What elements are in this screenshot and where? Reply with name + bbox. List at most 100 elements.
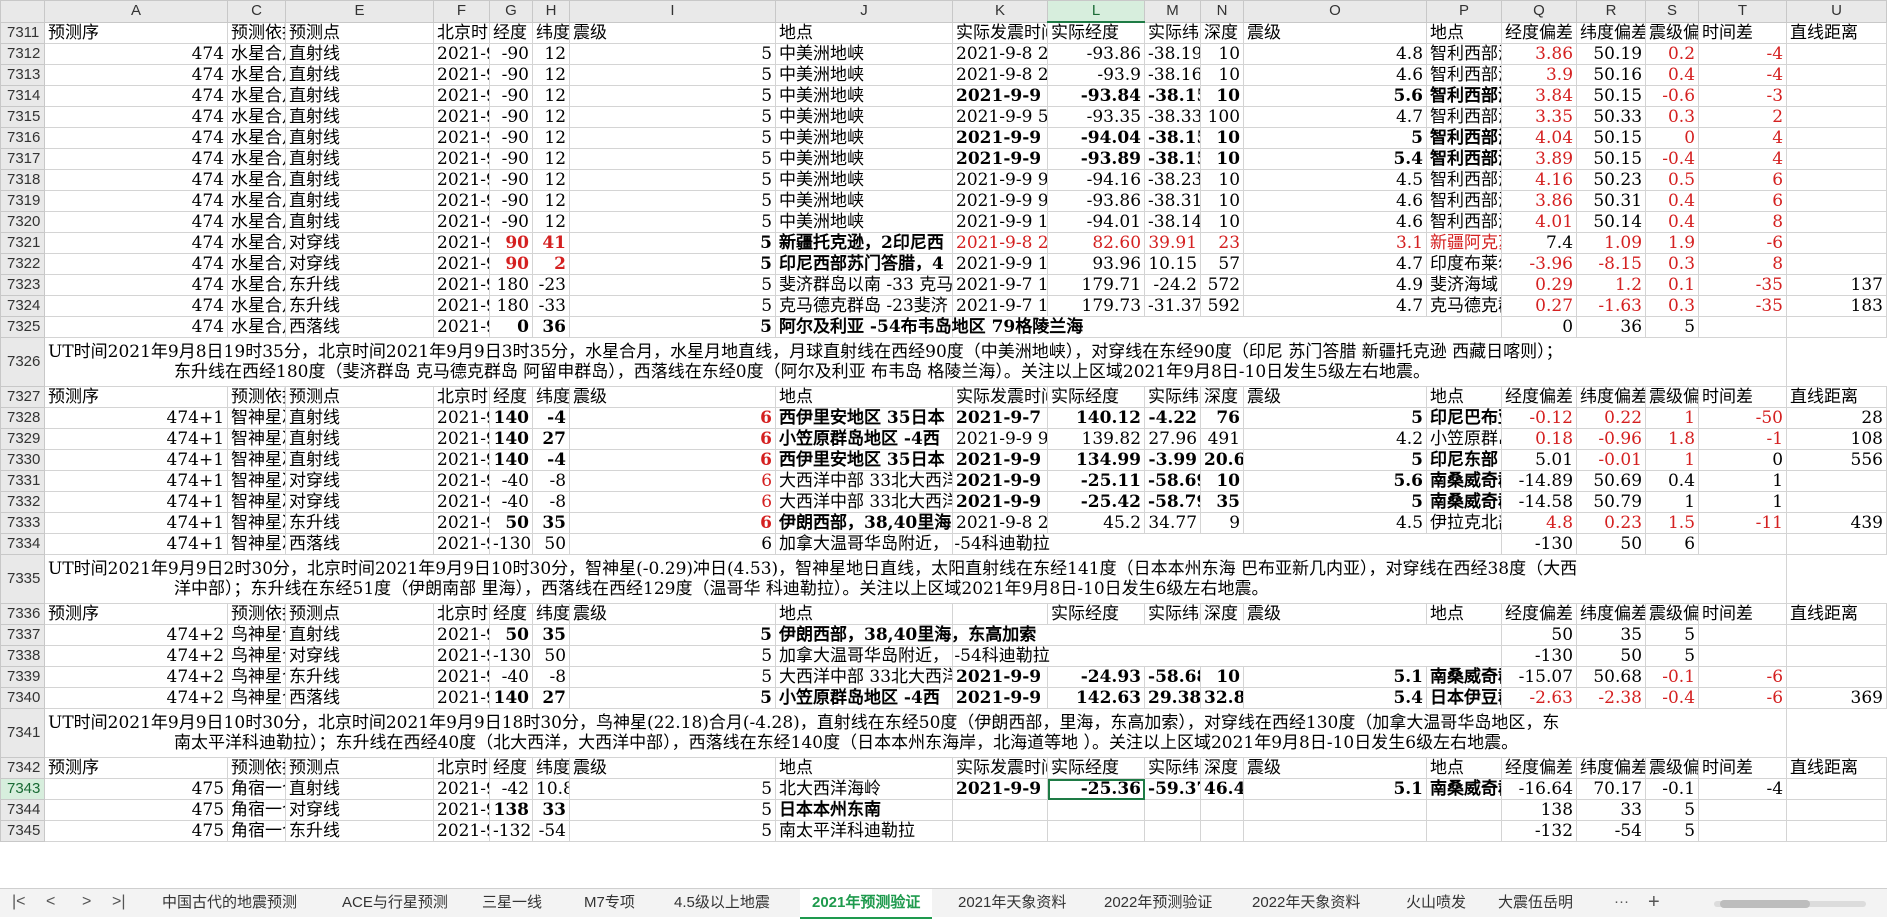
cell-E[interactable]: 预测点: [285, 757, 435, 779]
cell-G[interactable]: 0: [489, 316, 534, 338]
cell-U[interactable]: [1786, 820, 1887, 842]
cell-E[interactable]: 直射线: [285, 624, 435, 646]
cell-K[interactable]: 2021-9-9 11:47: [952, 470, 1049, 492]
cell-S[interactable]: 0.3: [1645, 295, 1700, 317]
cell-C[interactable]: 角宿一合月: [227, 778, 287, 800]
cell-R[interactable]: 纬度偏差: [1576, 603, 1647, 625]
cell-F[interactable]: 2021-9-9 18:30: [433, 687, 491, 709]
cell-M[interactable]: -38.15: [1144, 127, 1202, 149]
cell-S[interactable]: 0.3: [1645, 106, 1700, 128]
cell-U[interactable]: 183: [1786, 295, 1887, 317]
cell-A[interactable]: 474+2: [43, 687, 229, 709]
cell-N[interactable]: 10: [1200, 169, 1245, 191]
cell-E[interactable]: 预测点: [285, 21, 435, 44]
cell-S[interactable]: 1: [1645, 407, 1700, 429]
cell-F[interactable]: 2021-9-9 3:35: [433, 295, 491, 317]
cell-K[interactable]: 2021-9-9 10:16: [952, 449, 1049, 471]
row-header[interactable]: 7334: [0, 533, 45, 555]
cell-G[interactable]: 140: [489, 407, 534, 429]
row-header[interactable]: 7339: [0, 666, 45, 688]
cell-T[interactable]: -4: [1698, 778, 1788, 800]
cell-H[interactable]: 33: [532, 799, 571, 821]
scrollbar-thumb[interactable]: [1720, 900, 1810, 908]
row-header[interactable]: 7311: [0, 21, 45, 44]
cell-S[interactable]: 5: [1645, 316, 1700, 338]
cell-R[interactable]: 50.31: [1576, 190, 1647, 212]
cell-C[interactable]: 鸟神星合月: [227, 666, 287, 688]
cell-P[interactable]: 南桑威奇群岛地区: [1426, 491, 1503, 513]
cell-I[interactable]: 6: [569, 512, 777, 534]
cell-F[interactable]: 2021-9-9 3:35: [433, 274, 491, 296]
cell-K[interactable]: [952, 820, 1049, 842]
cell-I[interactable]: 5: [569, 624, 777, 646]
cell-M[interactable]: -24.2: [1144, 274, 1202, 296]
cell-J[interactable]: 新疆托克逊，2印尼西: [775, 232, 954, 254]
cell-Q[interactable]: 0.27: [1501, 295, 1578, 317]
cell-G[interactable]: -90: [489, 127, 534, 149]
cell-H[interactable]: 12: [532, 169, 571, 191]
row-header[interactable]: 7318: [0, 169, 45, 191]
cell-R[interactable]: 50.68: [1576, 666, 1647, 688]
cell-S[interactable]: 1.8: [1645, 428, 1700, 450]
cell-H[interactable]: 12: [532, 211, 571, 233]
cell-R[interactable]: -0.01: [1576, 449, 1647, 471]
cell-K[interactable]: 2021-9-7 16:47: [952, 295, 1049, 317]
column-header-U[interactable]: U: [1786, 0, 1887, 23]
cell-U[interactable]: [1786, 666, 1887, 688]
cell-R[interactable]: 33: [1576, 799, 1647, 821]
cell-Q[interactable]: 经度偏差: [1501, 386, 1578, 408]
cell-A[interactable]: 474+1: [43, 533, 229, 555]
cell-G[interactable]: -90: [489, 85, 534, 107]
cell-F[interactable]: 2021-9-9 18:30: [433, 645, 491, 667]
cell-T[interactable]: -50: [1698, 407, 1788, 429]
column-header-J[interactable]: J: [775, 0, 954, 23]
cell-F[interactable]: 2021-9-9 3:35: [433, 190, 491, 212]
cell-T[interactable]: [1698, 799, 1788, 821]
cell-S[interactable]: 震级偏差: [1645, 21, 1700, 44]
cell-Q[interactable]: -130: [1501, 645, 1578, 667]
cell-U[interactable]: [1786, 106, 1887, 128]
cell-G[interactable]: 90: [489, 232, 534, 254]
cell-K[interactable]: 2021-9-8 23:33: [952, 43, 1049, 65]
cell-C[interactable]: 水星合月: [227, 253, 287, 275]
cell-G[interactable]: -40: [489, 470, 534, 492]
cell-M[interactable]: -38.23: [1144, 169, 1202, 191]
cell-H[interactable]: 36: [532, 316, 571, 338]
row-header[interactable]: 7321: [0, 232, 45, 254]
column-header-S[interactable]: S: [1645, 0, 1700, 23]
cell-I[interactable]: 6: [569, 449, 777, 471]
row-header[interactable]: 7319: [0, 190, 45, 212]
cell-J[interactable]: 中美洲地峡: [775, 43, 954, 65]
cell-Q[interactable]: 0: [1501, 316, 1578, 338]
cell-S[interactable]: 0.4: [1645, 190, 1700, 212]
cell-P[interactable]: 智利西部海岭: [1426, 43, 1503, 65]
column-header-Q[interactable]: Q: [1501, 0, 1578, 23]
cell-E[interactable]: 对穿线: [285, 645, 435, 667]
cell-P[interactable]: 地点: [1426, 603, 1503, 625]
cell-K[interactable]: 2021-9-9 11:54: [952, 491, 1049, 513]
cell-R[interactable]: 50.15: [1576, 127, 1647, 149]
cell-C[interactable]: 鸟神星合月: [227, 645, 287, 667]
cell-R[interactable]: 纬度偏差: [1576, 21, 1647, 44]
cell-M[interactable]: -38.15: [1144, 85, 1202, 107]
cell-S[interactable]: 5: [1645, 799, 1700, 821]
cell-C[interactable]: 水星合月: [227, 295, 287, 317]
cell-N[interactable]: 20.6: [1200, 449, 1245, 471]
cell-K[interactable]: 2021-9-9 20:59: [952, 778, 1049, 800]
cell-M[interactable]: -38.33: [1144, 106, 1202, 128]
cell-P[interactable]: 印尼巴布亚: [1426, 407, 1503, 429]
cell-T[interactable]: -3: [1698, 85, 1788, 107]
cell-S[interactable]: 0.4: [1645, 211, 1700, 233]
cell-L[interactable]: -93.86: [1047, 43, 1146, 65]
cell-E[interactable]: 直射线: [285, 127, 435, 149]
cell-J[interactable]: 北大西洋海岭: [775, 778, 954, 800]
cell-R[interactable]: 50.69: [1576, 470, 1647, 492]
row-header[interactable]: 7337: [0, 624, 45, 646]
more-sheets-icon[interactable]: ···: [1614, 889, 1629, 915]
cell-K[interactable]: 2021-9-9 7:48: [952, 148, 1049, 170]
cell-G[interactable]: 140: [489, 687, 534, 709]
cell-L[interactable]: -25.36: [1047, 778, 1146, 800]
cell-L[interactable]: 45.2: [1047, 512, 1146, 534]
cell-H[interactable]: 12: [532, 106, 571, 128]
row-header[interactable]: 7314: [0, 85, 45, 107]
